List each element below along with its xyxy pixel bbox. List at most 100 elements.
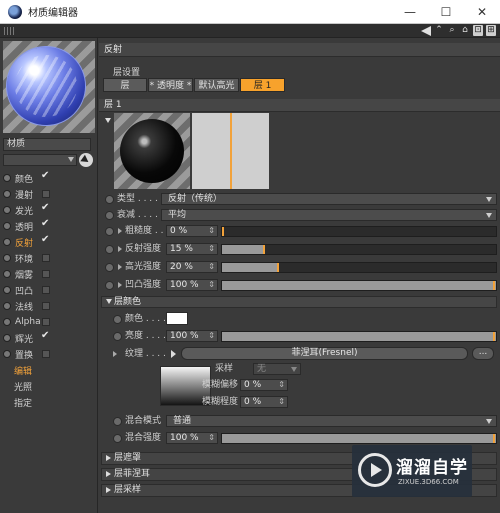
channel-checkbox[interactable] (41, 330, 50, 342)
channel-checkbox[interactable] (41, 170, 50, 182)
channel-fog[interactable]: 烟雾 (0, 266, 98, 282)
animate-dot-icon[interactable] (105, 245, 114, 254)
prop-brightness: 亮度 . . . . 100 % (105, 330, 497, 343)
prop-roughness: 粗糙度 . . . 0 % (105, 225, 497, 238)
expand-arrow-icon[interactable] (118, 264, 122, 270)
channel-environment[interactable]: 环境 (0, 250, 98, 266)
reflection-strength-slider[interactable] (221, 244, 497, 255)
type-select[interactable]: 反射（传统） (161, 193, 497, 205)
channel-checkbox[interactable] (42, 270, 50, 278)
item-editor[interactable]: 编辑 (0, 362, 98, 378)
prop-bump-strength: 凹凸强度 100 % (105, 279, 497, 292)
prop-type: 类型 . . . . . 反射（传统） (105, 193, 497, 206)
expand-arrow-icon[interactable] (118, 246, 122, 252)
layer-color-header[interactable]: 层颜色 (101, 296, 497, 308)
minimize-button[interactable]: — (392, 0, 428, 23)
roughness-slider[interactable] (221, 226, 497, 237)
maximize-button[interactable]: ☐ (428, 0, 464, 23)
lock-icon[interactable]: ⌂ (460, 25, 470, 36)
channel-checkbox[interactable] (42, 286, 50, 294)
item-assignment[interactable]: 指定 (0, 394, 98, 410)
animate-dot-icon[interactable] (105, 281, 114, 290)
expand-arrow-icon[interactable] (118, 228, 122, 234)
blend-mode-select[interactable]: 普通 (166, 415, 497, 427)
channel-displacement[interactable]: 置换 (0, 346, 98, 362)
channel-normal[interactable]: 法线 (0, 298, 98, 314)
tab-layer-1[interactable]: 层 1 (240, 78, 285, 92)
brightness-input[interactable]: 100 % (166, 330, 218, 342)
watermark-url: ZIXUE.3D66.COM (398, 478, 459, 486)
channel-checkbox[interactable] (41, 202, 50, 214)
channel-bump[interactable]: 凹凸 (0, 282, 98, 298)
channel-dot-icon (3, 334, 11, 342)
animate-dot-icon[interactable] (105, 211, 114, 220)
channel-checkbox[interactable] (42, 318, 50, 326)
channel-checkbox[interactable] (41, 234, 50, 246)
animate-dot-icon[interactable] (105, 227, 114, 236)
prop-texture: 纹理 . . . . 菲涅耳(Fresnel) ... (105, 347, 497, 361)
reflectance-curve-preview (192, 113, 269, 189)
blend-strength-input[interactable]: 100 % (166, 432, 218, 444)
animate-dot-icon[interactable] (105, 263, 114, 272)
expand-icon[interactable]: ⊡ (473, 25, 483, 36)
pointer-pick-icon[interactable] (79, 153, 93, 167)
channel-luminance[interactable]: 发光 (0, 202, 98, 218)
channel-checkbox[interactable] (41, 218, 50, 230)
play-logo-icon (358, 453, 392, 487)
texture-shader-button[interactable]: 菲涅耳(Fresnel) (181, 347, 468, 360)
channel-glow[interactable]: 辉光 (0, 330, 98, 346)
animate-dot-icon[interactable] (113, 417, 122, 426)
up-arrow-icon[interactable]: ⌃ (434, 25, 444, 36)
close-button[interactable]: ✕ (464, 0, 500, 23)
expand-arrow-icon[interactable] (113, 351, 117, 357)
new-panel-icon[interactable]: ⊞ (486, 25, 496, 36)
channel-reflectance[interactable]: 反射 (0, 234, 98, 250)
channel-alpha[interactable]: Alpha (0, 314, 98, 330)
specular-strength-input[interactable]: 20 % (166, 261, 218, 273)
falloff-select[interactable]: 平均 (161, 209, 497, 221)
channel-checkbox[interactable] (42, 254, 50, 262)
layer-tabs: 层 * 透明度 * 默认高光 层 1 (103, 78, 285, 92)
texture-menu-arrow-icon[interactable] (168, 348, 178, 360)
blend-strength-slider[interactable] (221, 433, 497, 444)
animate-dot-icon[interactable] (105, 195, 114, 204)
channel-checkbox[interactable] (42, 190, 50, 198)
search-icon[interactable]: ⌕ (447, 25, 457, 36)
brightness-slider[interactable] (221, 331, 497, 342)
expand-arrow-icon[interactable] (118, 282, 122, 288)
color-swatch[interactable] (166, 312, 188, 325)
cinema4d-app-icon (8, 4, 22, 19)
sampling-select[interactable]: 无 (253, 363, 301, 375)
material-channel-panel: 材质 颜色 漫射 发光 透明 反射 环境 烟雾 凹凸 法线 Alpha 辉光 置… (0, 38, 98, 513)
blur-degree-input[interactable]: 0 % (240, 396, 288, 408)
watermark-brand: 溜溜自学 (396, 458, 468, 478)
material-preview[interactable] (3, 41, 95, 133)
roughness-input[interactable]: 0 % (166, 225, 218, 237)
animate-dot-icon[interactable] (113, 315, 122, 324)
blur-offset-input[interactable]: 0 % (240, 379, 288, 391)
material-name-field[interactable]: 材质 (3, 138, 91, 151)
bump-strength-slider[interactable] (221, 280, 497, 291)
material-dropdown[interactable] (3, 154, 77, 166)
channel-color[interactable]: 颜色 (0, 170, 98, 186)
bump-strength-input[interactable]: 100 % (166, 279, 218, 291)
reflectance-panel: 反射 层设置 层 * 透明度 * 默认高光 层 1 层 1 类型 . . . .… (99, 38, 500, 513)
tab-layer[interactable]: 层 (103, 78, 147, 92)
tab-default-specular[interactable]: 默认高光 (194, 78, 239, 92)
animate-dot-icon[interactable] (113, 332, 122, 341)
animate-dot-icon[interactable] (113, 434, 122, 443)
specular-strength-slider[interactable] (221, 262, 497, 273)
channel-transparency[interactable]: 透明 (0, 218, 98, 234)
channel-diffusion[interactable]: 漫射 (0, 186, 98, 202)
panel-grip-icon[interactable] (4, 27, 14, 35)
channel-checkbox[interactable] (42, 302, 50, 310)
reflection-strength-input[interactable]: 15 % (166, 243, 218, 255)
back-arrow-icon[interactable] (421, 25, 431, 36)
texture-more-button[interactable]: ... (472, 347, 494, 360)
tab-transparency[interactable]: * 透明度 * (148, 78, 193, 92)
layer-preview (114, 113, 190, 189)
editor-toolbar: ⌃ ⌕ ⌂ ⊡ ⊞ (0, 24, 500, 38)
item-illumination[interactable]: 光照 (0, 378, 98, 394)
channel-checkbox[interactable] (42, 350, 50, 358)
collapse-triangle-icon[interactable] (105, 116, 113, 126)
